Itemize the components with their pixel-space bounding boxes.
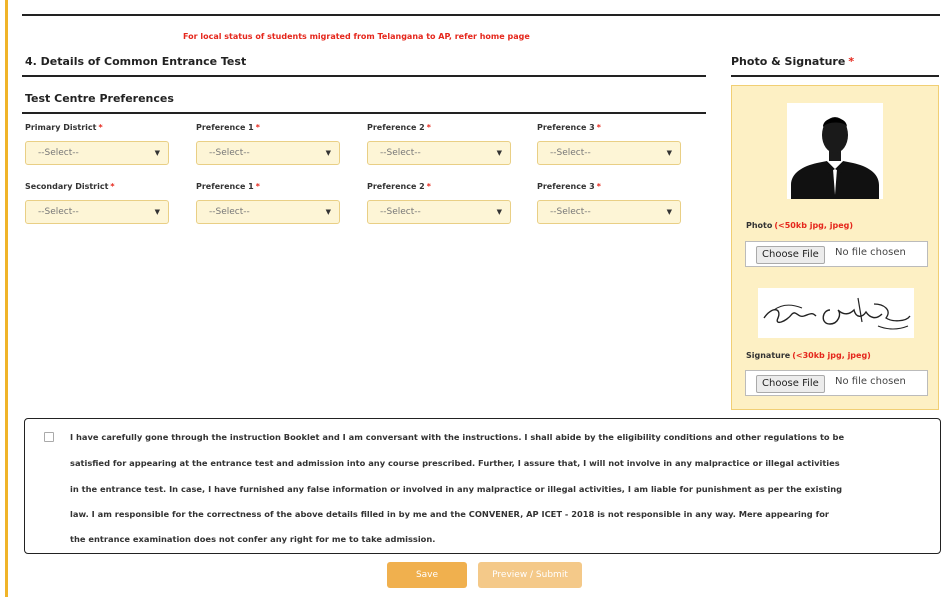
chevron-down-icon: ▼ <box>154 208 160 216</box>
preview-submit-button[interactable]: Preview / Submit <box>478 562 582 588</box>
subsection-divider <box>22 112 706 114</box>
primary-preference-3-label: Preference 3 * <box>537 123 601 132</box>
primary-preference-1-select[interactable]: --Select-- ▼ <box>196 141 340 165</box>
secondary-preference-2-label: Preference 2 * <box>367 182 431 191</box>
signature-preview <box>758 288 914 338</box>
chevron-down-icon: ▼ <box>666 208 672 216</box>
chevron-down-icon: ▼ <box>666 149 672 157</box>
photo-signature-title: Photo & Signature * <box>731 55 855 68</box>
chevron-down-icon: ▼ <box>154 149 160 157</box>
secondary-preference-2-select[interactable]: --Select-- ▼ <box>367 200 511 224</box>
photo-caption: Photo (<50kb jpg, jpeg) <box>746 221 853 230</box>
declaration-line: satisfied for appearing at the entrance … <box>70 458 840 468</box>
primary-preference-3-select[interactable]: --Select-- ▼ <box>537 141 681 165</box>
photo-file-input[interactable]: Choose File No file chosen <box>745 241 928 267</box>
section-title: 4. Details of Common Entrance Test <box>25 55 247 68</box>
photo-signature-divider <box>731 75 939 77</box>
primary-preference-2-label: Preference 2 * <box>367 123 431 132</box>
declaration-checkbox[interactable] <box>44 432 54 442</box>
signature-file-input[interactable]: Choose File No file chosen <box>745 370 928 396</box>
left-accent-border <box>5 0 8 597</box>
signature-image <box>763 297 911 330</box>
declaration-line: law. I am responsible for the correctnes… <box>70 509 830 519</box>
secondary-district-select[interactable]: --Select-- ▼ <box>25 200 169 224</box>
declaration-line: I have carefully gone through the instru… <box>70 432 845 442</box>
declaration-line: the entrance examination does not confer… <box>70 534 436 544</box>
top-divider <box>22 14 940 16</box>
photo-choose-file-button[interactable]: Choose File <box>756 246 825 264</box>
secondary-preference-3-label: Preference 3 * <box>537 182 601 191</box>
subsection-title: Test Centre Preferences <box>25 92 174 105</box>
photo-file-status: No file chosen <box>835 247 906 258</box>
chevron-down-icon: ▼ <box>496 149 502 157</box>
signature-choose-file-button[interactable]: Choose File <box>756 375 825 393</box>
declaration-line: in the entrance test. In case, I have fu… <box>70 484 843 494</box>
chevron-down-icon: ▼ <box>325 208 331 216</box>
signature-file-status: No file chosen <box>835 376 906 387</box>
chevron-down-icon: ▼ <box>496 208 502 216</box>
primary-district-select[interactable]: --Select-- ▼ <box>25 141 169 165</box>
section-divider <box>22 75 706 77</box>
primary-preference-1-label: Preference 1 * <box>196 123 260 132</box>
secondary-preference-1-label: Preference 1 * <box>196 182 260 191</box>
save-button[interactable]: Save <box>387 562 467 588</box>
chevron-down-icon: ▼ <box>325 149 331 157</box>
primary-preference-2-select[interactable]: --Select-- ▼ <box>367 141 511 165</box>
photo-placeholder <box>787 103 883 199</box>
migration-notice: For local status of students migrated fr… <box>183 32 530 41</box>
primary-district-label: Primary District * <box>25 123 103 132</box>
secondary-preference-3-select[interactable]: --Select-- ▼ <box>537 200 681 224</box>
person-silhouette-icon <box>787 103 883 199</box>
secondary-preference-1-select[interactable]: --Select-- ▼ <box>196 200 340 224</box>
secondary-district-label: Secondary District * <box>25 182 115 191</box>
signature-caption: Signature (<30kb jpg, jpeg) <box>746 351 871 360</box>
